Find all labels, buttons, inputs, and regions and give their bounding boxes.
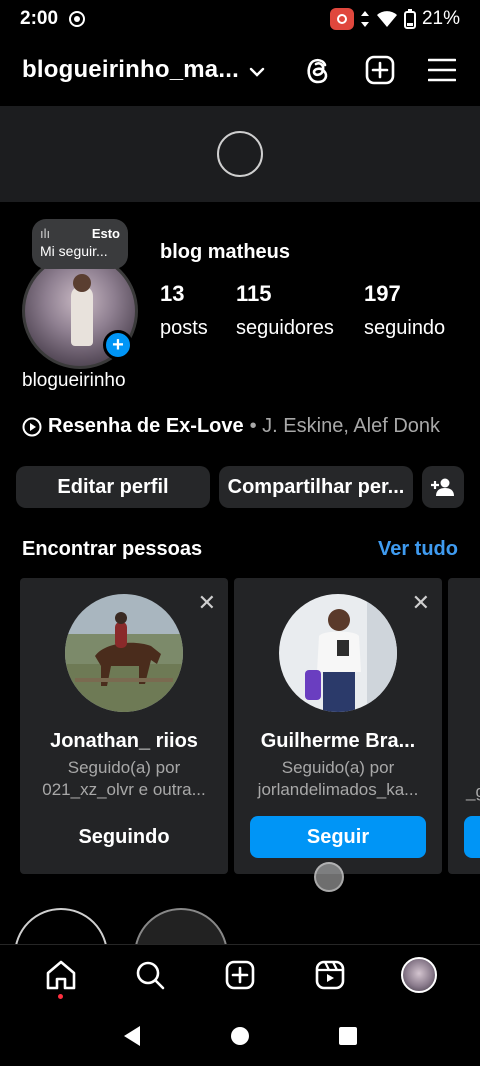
- suggestion-context: Seguido(a) por: [67, 758, 181, 777]
- data-arrows-icon: [360, 11, 369, 27]
- recents-icon[interactable]: [338, 1026, 358, 1046]
- dismiss-icon[interactable]: ✕: [198, 590, 216, 616]
- suggestion-context: Seguido(a) por: [281, 758, 395, 777]
- display-name: blog matheus: [160, 241, 291, 263]
- home-button-icon[interactable]: [230, 1026, 250, 1046]
- wifi-icon: [376, 11, 397, 27]
- suggestion-mutuals: 021_xz_olvr e outra...: [42, 780, 206, 799]
- play-circle-icon: [22, 417, 42, 436]
- status-time: 2:00: [20, 8, 59, 29]
- dismiss-icon[interactable]: ✕: [412, 590, 430, 616]
- suggestion-card-peek[interactable]: _g: [448, 578, 480, 874]
- edit-profile-button[interactable]: Editar perfil: [16, 466, 210, 508]
- system-navigation: [0, 1006, 480, 1066]
- profile-note[interactable]: ılı Esto Mi seguir...: [32, 219, 128, 269]
- stat-following[interactable]: 197 seguindo: [364, 281, 445, 340]
- find-people-header: Encontrar pessoas Ver tudo: [22, 538, 458, 561]
- profile-actions: Editar perfil Compartilhar per...: [16, 466, 464, 508]
- suggestion-name: Jonathan_ riios: [50, 730, 198, 752]
- touch-indicator: [314, 862, 344, 892]
- loading-spinner: [217, 131, 263, 177]
- suggestion-mutuals: jorlandelimados_ka...: [257, 780, 419, 799]
- plus-square-icon[interactable]: [364, 54, 396, 86]
- search-icon[interactable]: [130, 955, 170, 995]
- suggestion-carousel: ✕ Jonathan_ riios Seguido(a) por 021_xz_…: [20, 578, 480, 874]
- home-icon[interactable]: [41, 955, 81, 999]
- suggestion-avatar[interactable]: [65, 594, 183, 712]
- share-profile-button[interactable]: Compartilhar per...: [219, 466, 413, 508]
- suggestion-name: Guilherme Bra...: [260, 730, 416, 752]
- threads-icon[interactable]: [302, 54, 334, 86]
- profile-header: blogueirinho_ma...: [0, 44, 480, 96]
- note-prefix: Esto: [91, 226, 120, 241]
- music-title: Resenha de Ex-Love: [48, 415, 244, 437]
- add-person-icon: [431, 478, 454, 496]
- note-text: Mi seguir...: [40, 243, 108, 259]
- reels-icon[interactable]: [310, 955, 350, 995]
- screen-record-icon: [69, 11, 86, 27]
- recording-indicator-icon: [329, 8, 354, 30]
- loading-banner: [0, 106, 480, 202]
- profile-tab[interactable]: [399, 955, 439, 995]
- hamburger-menu-icon[interactable]: [426, 54, 458, 86]
- status-bar: 2:00 21%: [0, 0, 480, 38]
- see-all-link[interactable]: Ver tudo: [378, 538, 458, 561]
- profile-tab-avatar: [401, 956, 438, 993]
- notification-dot: [57, 993, 63, 999]
- music-bars-icon: ılı: [40, 226, 51, 241]
- suggestion-mutuals-peek: _g: [466, 782, 480, 801]
- following-button[interactable]: Seguindo: [36, 816, 212, 858]
- suggestion-avatar[interactable]: [279, 594, 397, 712]
- chevron-down-icon[interactable]: [249, 67, 265, 77]
- follow-button-peek[interactable]: [464, 816, 480, 858]
- bottom-navigation: [0, 944, 480, 1004]
- create-post-icon[interactable]: [220, 955, 260, 995]
- suggestion-card[interactable]: ✕ Jonathan_ riios Seguido(a) por 021_xz_…: [20, 578, 228, 874]
- stat-posts[interactable]: 13 posts: [160, 281, 236, 340]
- profile-handle: blogueirinho: [22, 370, 126, 391]
- music-artists: • J. Eskine, Alef Donk: [249, 415, 441, 437]
- find-people-title: Encontrar pessoas: [22, 538, 203, 560]
- back-icon[interactable]: [122, 1025, 142, 1047]
- add-user-button[interactable]: [422, 466, 464, 508]
- stat-followers[interactable]: 115 seguidores: [236, 281, 364, 340]
- add-story-button[interactable]: +: [103, 330, 133, 360]
- suggestion-card[interactable]: ✕ Guilherme Bra... Seguido(a) por jorlan…: [234, 578, 442, 874]
- follow-button[interactable]: Seguir: [250, 816, 426, 858]
- profile-music[interactable]: Resenha de Ex-Love • J. Eskine, Alef Don…: [22, 415, 440, 438]
- profile-stats: 13 posts 115 seguidores 197 seguindo: [160, 281, 445, 340]
- account-username[interactable]: blogueirinho_ma...: [22, 56, 239, 84]
- battery-level: 21%: [421, 8, 460, 29]
- battery-icon: [403, 9, 416, 29]
